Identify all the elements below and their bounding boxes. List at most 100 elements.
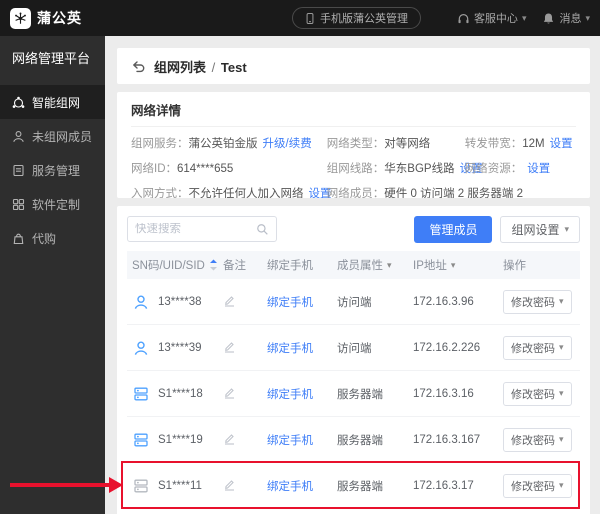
manage-members-button[interactable]: 管理成员 xyxy=(414,216,492,243)
sidebar-item-smart-networking[interactable]: 智能组网 xyxy=(0,85,105,119)
bell-icon xyxy=(542,12,555,25)
table-row: 13****38 绑定手机 访问端 172.16.3.96 修改密码▾ xyxy=(127,279,580,325)
breadcrumb-card: 组网列表 / Test xyxy=(117,48,590,84)
sort-icon[interactable] xyxy=(209,259,218,271)
search-input[interactable] xyxy=(135,223,251,235)
network-settings-button[interactable]: 组网设置 ▾ xyxy=(500,216,580,243)
breadcrumb: 组网列表 / Test xyxy=(154,57,247,76)
bind-phone-link[interactable]: 绑定手机 xyxy=(267,435,313,447)
member-ip: 172.16.3.167 xyxy=(413,434,503,446)
member-role: 服务器端 xyxy=(337,386,413,402)
mobile-admin-label: 手机版蒲公英管理 xyxy=(320,10,408,26)
change-password-button[interactable]: 修改密码▾ xyxy=(503,428,572,452)
toolbar: 管理成员 组网设置 ▾ xyxy=(127,216,580,242)
caret-down-icon: ▾ xyxy=(559,481,564,490)
header-note: 备注 xyxy=(223,257,267,273)
network-settings-label: 组网设置 xyxy=(511,221,559,238)
member-role: 访问端 xyxy=(337,294,413,310)
back-icon[interactable] xyxy=(131,59,146,74)
logo[interactable]: 蒲公英 xyxy=(0,8,82,29)
caret-down-icon: ▾ xyxy=(564,225,569,234)
change-password-button[interactable]: 修改密码▾ xyxy=(503,336,572,360)
breadcrumb-list-label[interactable]: 组网列表 xyxy=(154,60,206,75)
mobile-admin-button[interactable]: 手机版蒲公英管理 xyxy=(292,7,421,29)
person-icon xyxy=(12,130,25,143)
bandwidth-settings-link[interactable]: 设置 xyxy=(550,138,573,150)
header-right: 客服中心 ▾ 消息 ▾ xyxy=(457,0,590,36)
main-content: 组网列表 / Test 网络详情 组网服务：蒲公英铂金版升级/续费 网络类型：对… xyxy=(105,36,600,514)
sidebar-item-software-customization[interactable]: 软件定制 xyxy=(0,187,105,221)
edit-note-icon[interactable] xyxy=(223,432,236,445)
detail-join-method: 入网方式：不允许任何人加入网络设置 xyxy=(131,185,327,198)
bind-phone-link[interactable]: 绑定手机 xyxy=(267,297,313,309)
details-grid: 组网服务：蒲公英铂金版升级/续费 网络类型：对等网络 转发带宽：12M设置 网络… xyxy=(131,135,576,198)
caret-down-icon: ▾ xyxy=(559,389,564,398)
server-icon xyxy=(132,385,150,403)
network-icon xyxy=(12,96,25,109)
member-role: 服务器端 xyxy=(337,478,413,494)
detail-network-members: 网络成员：硬件 0 访问端 2 服务器端 2 xyxy=(327,185,465,198)
server-icon xyxy=(132,431,150,449)
member-role: 访问端 xyxy=(337,340,413,356)
bind-phone-link[interactable]: 绑定手机 xyxy=(267,389,313,401)
caret-down-icon: ▾ xyxy=(559,297,564,306)
member-sn: 13****38 xyxy=(158,296,201,308)
messages-label: 消息 xyxy=(559,10,581,26)
user-icon xyxy=(132,293,150,311)
edit-note-icon[interactable] xyxy=(223,340,236,353)
sidebar: 网络管理平台 智能组网 未组网成员 服务管理 xyxy=(0,36,105,514)
sidebar-item-purchasing[interactable]: 代购 xyxy=(0,221,105,255)
header-member-role[interactable]: 成员属性▾ xyxy=(337,257,413,273)
resources-settings-link[interactable]: 设置 xyxy=(527,163,550,175)
detail-network-type: 网络类型：对等网络 xyxy=(327,135,465,151)
search-box xyxy=(127,216,277,242)
messages-menu[interactable]: 消息 ▾ xyxy=(542,10,590,26)
sidebar-item-label: 未组网成员 xyxy=(32,128,92,145)
table-row: S1****19 绑定手机 服务器端 172.16.3.167 修改密码▾ xyxy=(127,417,580,463)
bind-phone-link[interactable]: 绑定手机 xyxy=(267,481,313,493)
dandelion-logo-icon xyxy=(10,8,31,29)
member-sn: 13****39 xyxy=(158,342,201,354)
shopping-bag-icon xyxy=(12,232,25,245)
member-sn: S1****18 xyxy=(158,388,203,400)
headset-icon xyxy=(457,12,470,25)
change-password-button[interactable]: 修改密码▾ xyxy=(503,382,572,406)
user-icon xyxy=(132,339,150,357)
detail-forward-bandwidth: 转发带宽：12M设置 xyxy=(465,135,576,151)
member-role: 服务器端 xyxy=(337,432,413,448)
edit-note-icon[interactable] xyxy=(223,386,236,399)
sidebar-item-label: 智能组网 xyxy=(32,94,80,111)
member-ip: 172.16.3.96 xyxy=(413,296,503,308)
network-details-card: 网络详情 组网服务：蒲公英铂金版升级/续费 网络类型：对等网络 转发带宽：12M… xyxy=(117,92,590,198)
header-bind-phone: 绑定手机 xyxy=(267,257,337,273)
service-center-menu[interactable]: 客服中心 ▾ xyxy=(457,10,527,26)
change-password-button[interactable]: 修改密码▾ xyxy=(503,474,572,498)
edit-note-icon[interactable] xyxy=(223,478,236,491)
caret-down-icon: ▾ xyxy=(559,343,564,352)
upgrade-renew-link[interactable]: 升级/续费 xyxy=(263,138,312,150)
logo-text: 蒲公英 xyxy=(37,8,82,28)
page: 蒲公英 手机版蒲公英管理 客服中心 ▾ 消息 ▾ xyxy=(0,0,600,514)
sidebar-item-label: 软件定制 xyxy=(32,196,80,213)
document-list-icon xyxy=(12,164,25,177)
server-offline-icon xyxy=(132,477,150,495)
breadcrumb-separator: / xyxy=(210,60,218,75)
bind-phone-link[interactable]: 绑定手机 xyxy=(267,343,313,355)
caret-down-icon: ▾ xyxy=(522,14,527,23)
search-icon[interactable] xyxy=(256,223,269,236)
sidebar-item-service-management[interactable]: 服务管理 xyxy=(0,153,105,187)
change-password-button[interactable]: 修改密码▾ xyxy=(503,290,572,314)
top-header: 蒲公英 手机版蒲公英管理 客服中心 ▾ 消息 ▾ xyxy=(0,0,600,36)
table-row-highlighted: S1****11 绑定手机 服务器端 172.16.3.17 修改密码▾ xyxy=(127,463,580,509)
member-ip: 172.16.3.16 xyxy=(413,388,503,400)
edit-note-icon[interactable] xyxy=(223,294,236,307)
member-ip: 172.16.2.226 xyxy=(413,342,503,354)
grid-icon xyxy=(12,198,25,211)
sidebar-item-label: 服务管理 xyxy=(32,162,80,179)
detail-network-resources: 网络资源：设置 xyxy=(465,160,576,176)
sidebar-item-unnetworked-members[interactable]: 未组网成员 xyxy=(0,119,105,153)
header-ip[interactable]: IP地址▾ xyxy=(413,257,503,273)
sidebar-menu: 智能组网 未组网成员 服务管理 软件定制 xyxy=(0,85,105,255)
filter-caret-icon: ▾ xyxy=(387,261,392,270)
detail-network-id: 网络ID：614****655 xyxy=(131,160,327,176)
